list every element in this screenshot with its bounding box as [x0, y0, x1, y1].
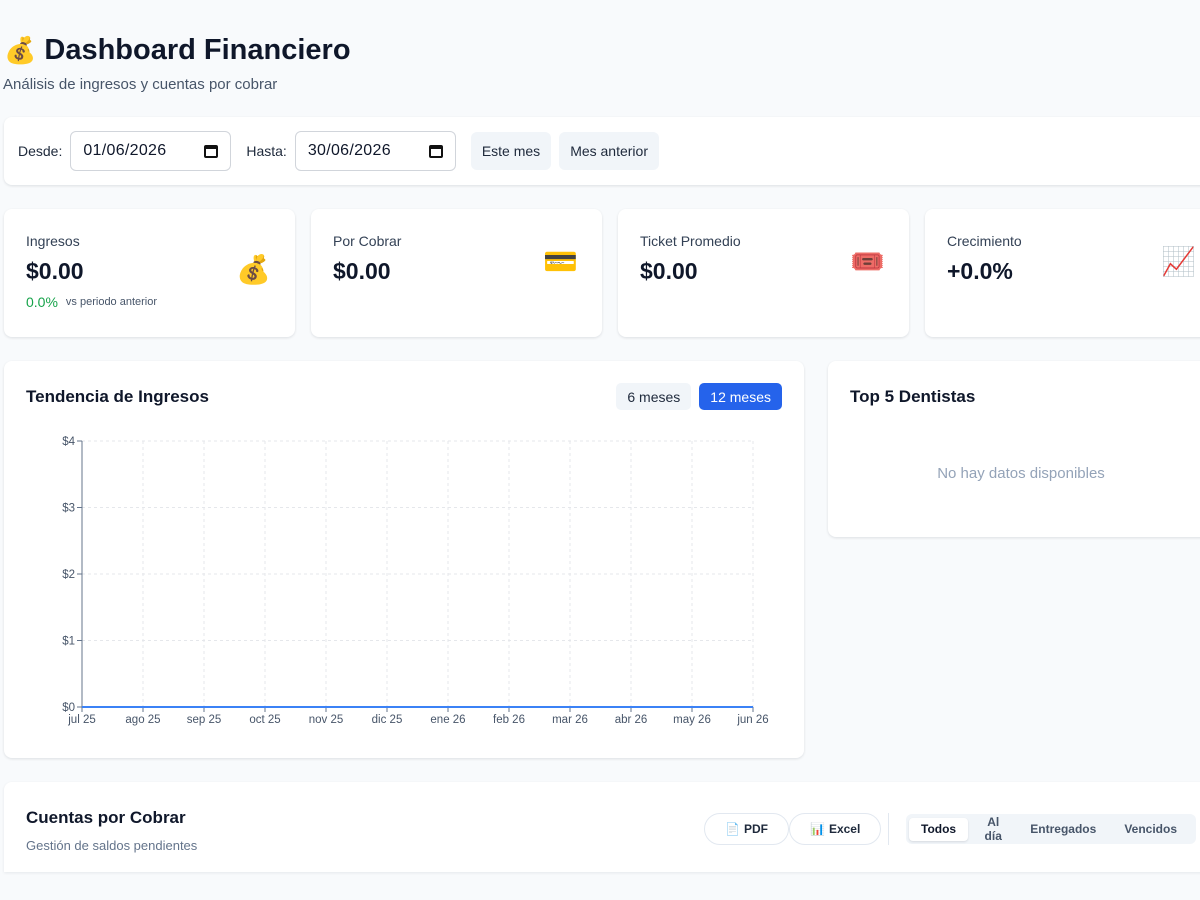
revenue-trend-chart: $0 $1 $2 $3 $4 jul 25 ago 25 sep 25 oct 25 nov 25… — [62, 436, 768, 726]
status-filter-tabs: Todos Al día Entregados Vencidos — [906, 814, 1196, 844]
kpi-card-ticket-promedio: Ticket Promedio $0.00 🎟️ — [618, 209, 909, 337]
ticket-icon: 🎟️ — [850, 246, 885, 277]
x-tick-label: nov 25 — [309, 714, 344, 726]
x-tick-label: feb 26 — [493, 714, 525, 726]
x-tick-label: ene 26 — [430, 714, 465, 726]
kpi-value: +0.0% — [947, 258, 1013, 284]
y-tick-label: $1 — [62, 636, 75, 648]
export-excel-button[interactable]: 📊 Excel — [789, 813, 882, 845]
to-date-value: 30/06/2026 — [307, 142, 391, 159]
top-dentists-card: Top 5 Dentistas No hay datos disponibles — [828, 361, 1200, 537]
from-date-input[interactable]: 01/06/2026 — [70, 131, 232, 171]
y-tick-label: $0 — [62, 702, 75, 714]
kpi-label: Crecimiento — [947, 233, 1022, 249]
kpi-change: 0.0% vs periodo anterior — [26, 294, 273, 310]
empty-state-message: No hay datos disponibles — [937, 465, 1105, 482]
accounts-title: Cuentas por Cobrar — [26, 808, 186, 827]
x-tick-label: mar 26 — [552, 714, 588, 726]
accounts-subtitle: Gestión de saldos pendientes — [26, 838, 198, 853]
revenue-trend-card: Tendencia de Ingresos 6 meses 12 meses $… — [4, 361, 804, 758]
calendar-icon[interactable] — [204, 144, 219, 158]
money-bag-icon: 💰 — [4, 35, 37, 65]
y-tick-label: $3 — [62, 503, 75, 515]
tab-entregados[interactable]: Entregados — [1018, 818, 1108, 841]
last-month-button[interactable]: Mes anterior — [559, 132, 659, 170]
accounts-receivable-card: Cuentas por Cobrar Gestión de saldos pen… — [4, 782, 1200, 872]
page-header: 💰 Dashboard Financiero Análisis de ingre… — [3, 30, 351, 93]
page-title-text: Dashboard Financiero — [44, 34, 351, 66]
chart-increasing-icon: 📈 — [1161, 246, 1196, 277]
bar-chart-icon: 📊 — [810, 822, 825, 836]
date-filter-bar: Desde: 01/06/2026 Hasta: 30/06/2026 Este… — [4, 117, 1200, 185]
money-bag-icon: 💰 — [236, 254, 271, 285]
x-tick-label: abr 26 — [615, 714, 648, 726]
to-date-input[interactable]: 30/06/2026 — [294, 131, 456, 171]
from-date-value: 01/06/2026 — [83, 142, 167, 159]
tab-vencidos[interactable]: Vencidos — [1112, 818, 1189, 841]
page-title: 💰 Dashboard Financiero — [4, 30, 351, 70]
x-tick-label: ago 25 — [125, 714, 160, 726]
kpi-card-por-cobrar: Por Cobrar $0.00 💳 — [311, 209, 602, 337]
kpi-change-percent: 0.0% — [26, 294, 58, 310]
top-dentists-title: Top 5 Dentistas — [850, 387, 976, 406]
kpi-change-note: vs periodo anterior — [65, 296, 158, 308]
tab-todos[interactable]: Todos — [909, 817, 969, 841]
divider — [888, 813, 889, 845]
x-tick-label: jul 25 — [67, 714, 96, 726]
x-tick-label: dic 25 — [372, 714, 403, 726]
export-excel-label: Excel — [828, 822, 861, 836]
this-month-button[interactable]: Este mes — [470, 132, 552, 170]
x-tick-label: sep 25 — [187, 714, 222, 726]
to-label: Hasta: — [246, 143, 287, 159]
export-pdf-button[interactable]: 📄 PDF — [704, 813, 789, 845]
export-pdf-label: PDF — [743, 822, 768, 836]
document-icon: 📄 — [725, 822, 740, 836]
x-tick-label: may 26 — [673, 714, 711, 726]
x-tick-label: jun 26 — [736, 714, 768, 726]
kpi-card-ingresos: Ingresos $0.00 0.0% vs periodo anterior … — [4, 209, 295, 337]
kpi-label: Ingresos — [26, 233, 80, 249]
tab-al-dia[interactable]: Al día — [972, 815, 1014, 843]
y-tick-label: $2 — [62, 569, 75, 581]
page-subtitle: Análisis de ingresos y cuentas por cobra… — [3, 76, 278, 93]
credit-card-icon: 💳 — [543, 246, 578, 277]
y-tick-label: $4 — [62, 436, 75, 448]
kpi-card-crecimiento: Crecimiento +0.0% 📈 — [925, 209, 1200, 337]
from-label: Desde: — [18, 143, 63, 159]
calendar-icon[interactable] — [428, 144, 443, 158]
x-tick-label: oct 25 — [249, 714, 280, 726]
